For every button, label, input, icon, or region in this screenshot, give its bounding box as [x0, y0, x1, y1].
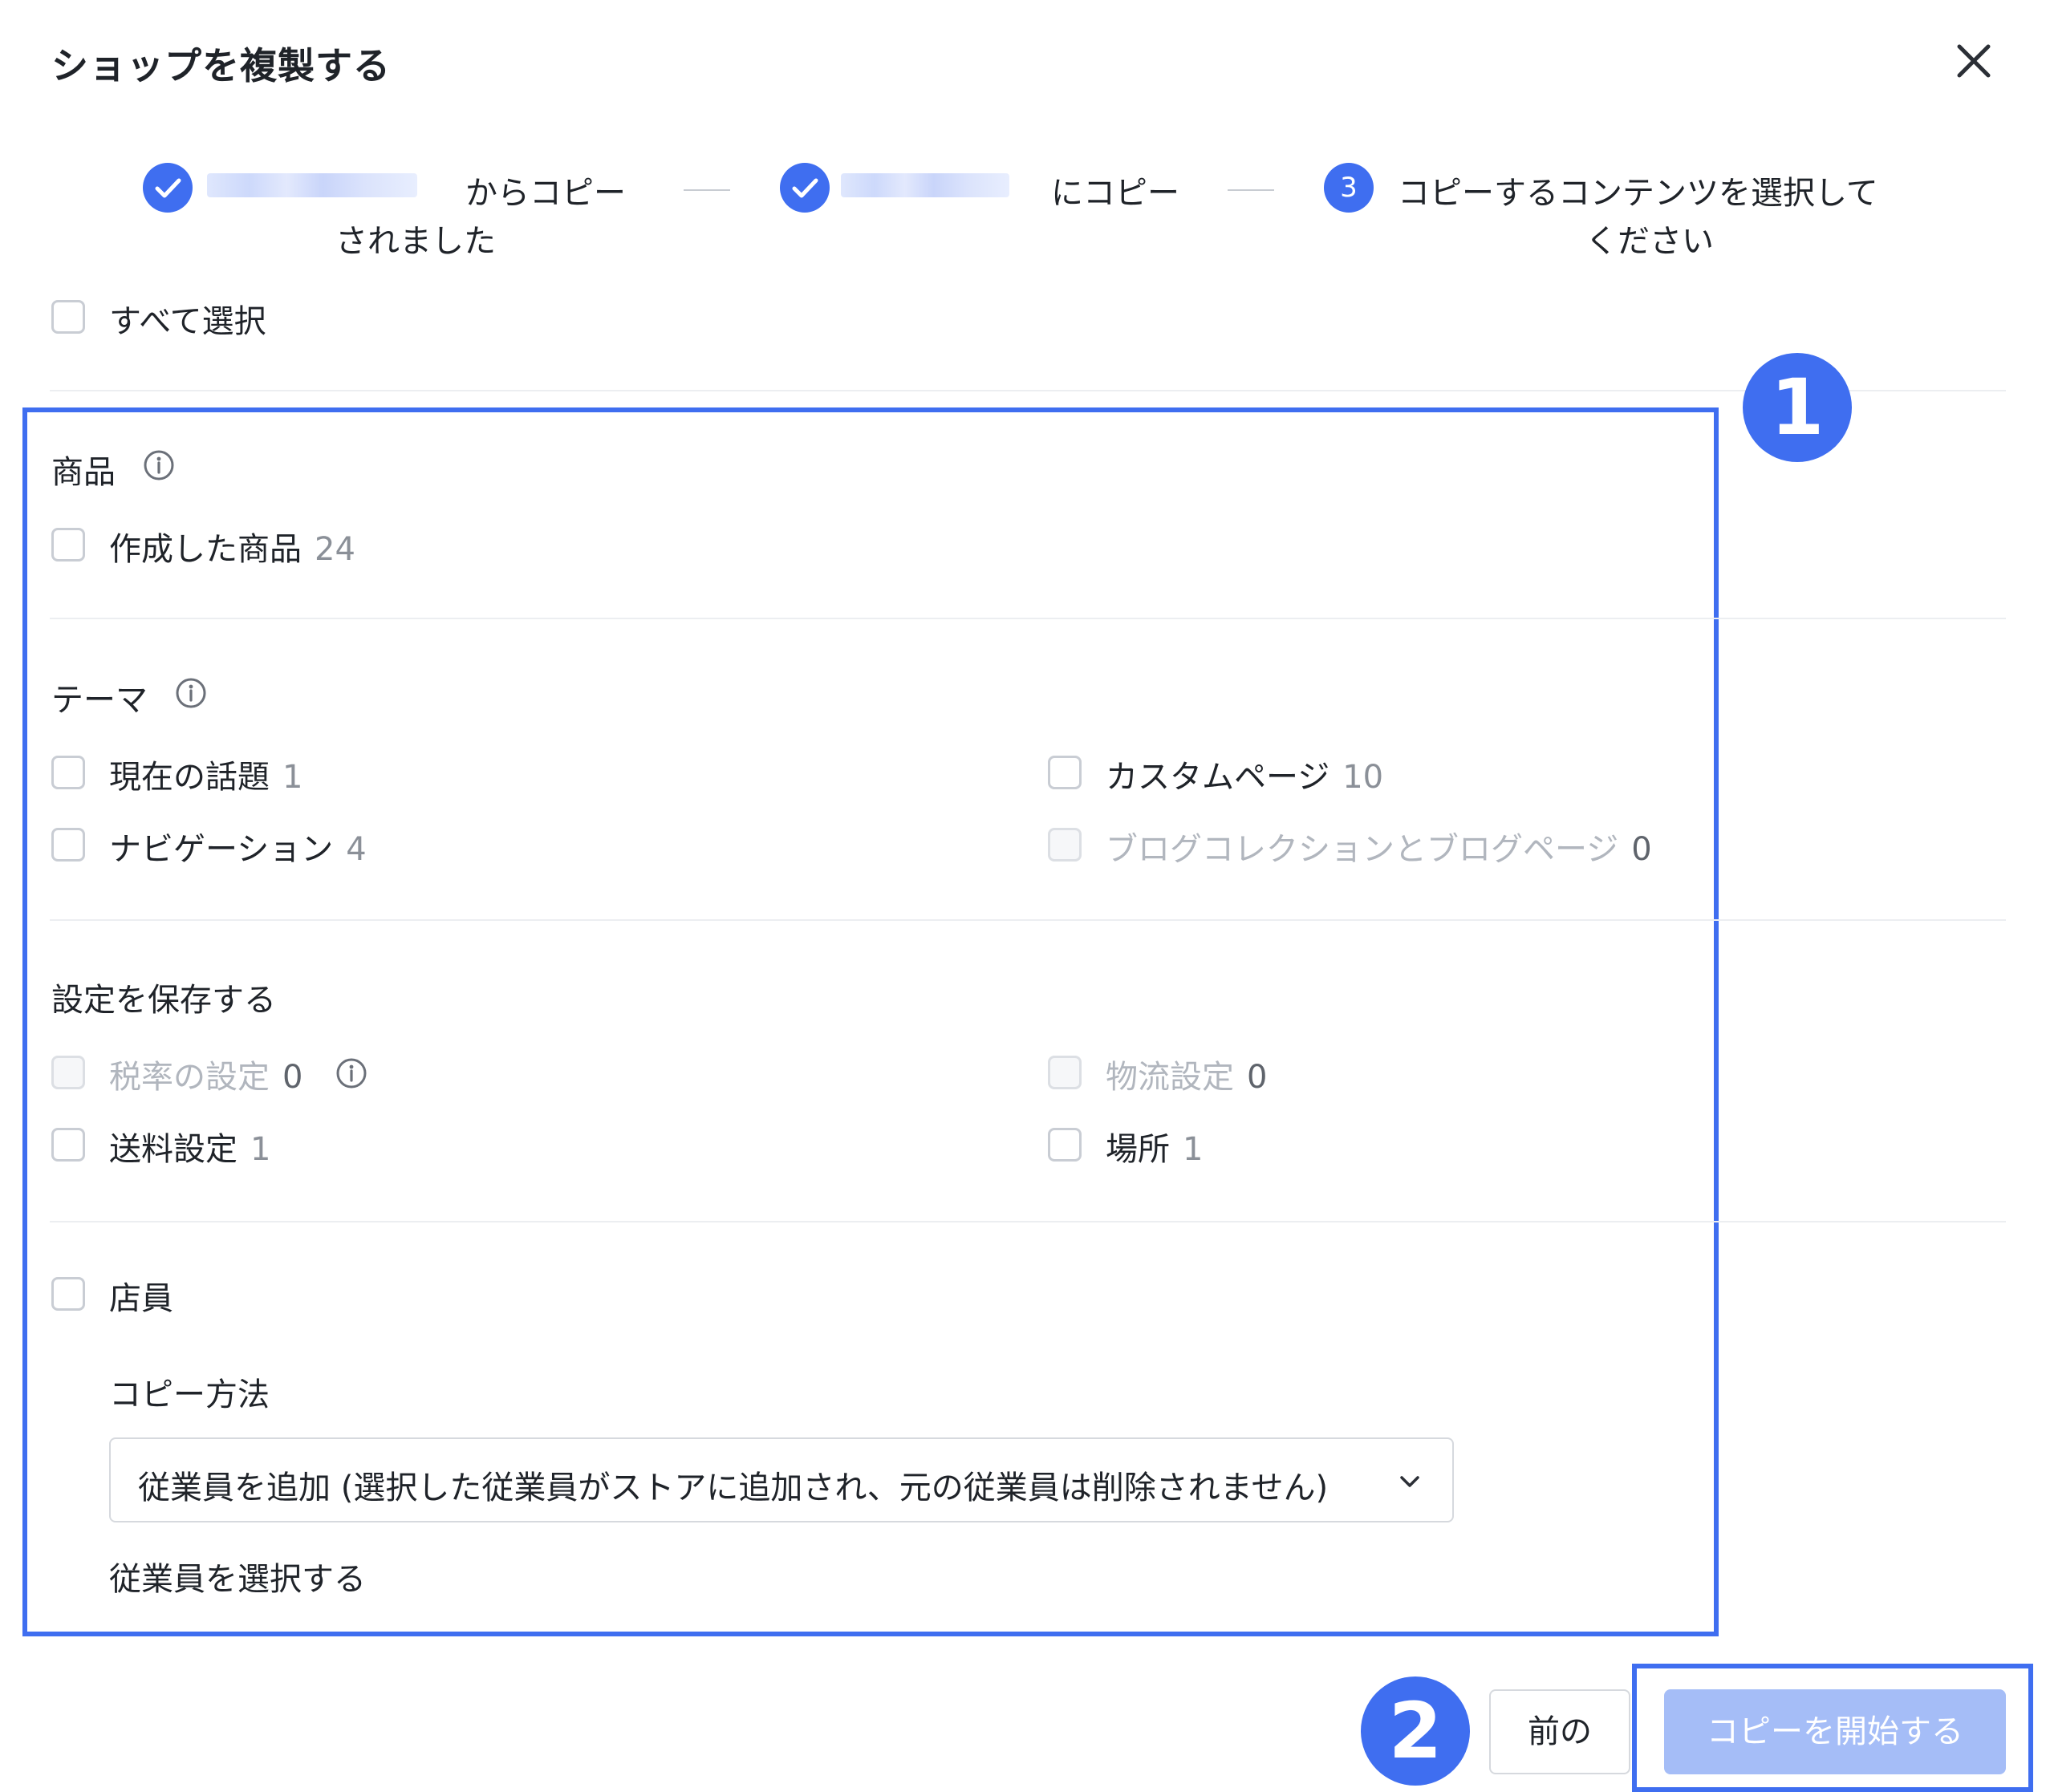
divider	[50, 1221, 2006, 1222]
option-current-topics: 現在の話題 1	[109, 751, 302, 797]
step-separator	[1228, 189, 1274, 191]
option-count: 0	[1631, 831, 1652, 868]
option-staff: 店員	[109, 1280, 173, 1317]
option-label: ナビゲーション	[109, 831, 334, 868]
step-separator	[684, 189, 730, 191]
step-3-number: 3	[1324, 163, 1374, 213]
checkbox-shipping-settings[interactable]	[51, 1128, 85, 1162]
close-icon	[1957, 44, 1991, 78]
copy-method-select[interactable]: 従業員を追加 (選択した従業員がストアに追加され、元の従業員は削除されません)	[109, 1437, 1454, 1522]
select-staff-link[interactable]: 従業員を選択する	[109, 1553, 366, 1599]
option-label: 現在の話題	[109, 759, 270, 796]
checkbox-staff[interactable]	[51, 1277, 85, 1311]
option-tax-settings: 税率の設定 0	[109, 1051, 302, 1097]
dialog-title: ショップを複製する	[51, 44, 391, 87]
step-1-label-line2: されました	[335, 223, 496, 260]
step-1-shop-name-blurred	[207, 173, 417, 197]
select-all-checkbox[interactable]	[51, 300, 85, 334]
option-count: 1	[1183, 1131, 1204, 1168]
divider	[50, 919, 2006, 921]
section-title-settings: 設定を保存する	[51, 982, 276, 1019]
option-count: 10	[1342, 759, 1384, 796]
step-1-check	[143, 163, 193, 213]
option-count: 1	[250, 1131, 271, 1168]
option-count: 0	[1247, 1059, 1268, 1096]
checkbox-created-products[interactable]	[51, 528, 85, 562]
checkbox-current-topics[interactable]	[51, 756, 85, 789]
copy-method-value: 従業員を追加 (選択した従業員がストアに追加され、元の従業員は削除されません)	[138, 1470, 1329, 1506]
option-count: 24	[315, 531, 355, 568]
option-label: 場所	[1106, 1131, 1170, 1168]
step-2-shop-name-blurred	[841, 173, 1009, 197]
option-custom-pages: カスタムページ 10	[1106, 751, 1383, 797]
option-label: 作成した商品	[109, 531, 302, 568]
checkbox-navigation[interactable]	[51, 828, 85, 862]
annotation-badge-1: 1	[1743, 353, 1852, 462]
option-label: 送料設定	[109, 1131, 237, 1168]
divider	[50, 618, 2006, 619]
info-icon[interactable]	[143, 449, 175, 481]
checkbox-custom-pages[interactable]	[1048, 756, 1082, 789]
start-copy-button[interactable]: コピーを開始する	[1664, 1689, 2006, 1774]
option-count: 1	[282, 759, 303, 796]
info-icon[interactable]	[335, 1057, 367, 1089]
option-navigation: ナビゲーション 4	[109, 823, 367, 870]
step-3-label-line2: ください	[1585, 223, 1714, 260]
option-count: 4	[346, 831, 367, 868]
option-location: 場所 1	[1106, 1123, 1203, 1170]
checkbox-location[interactable]	[1048, 1128, 1082, 1162]
copy-method-label: コピー方法	[109, 1376, 270, 1413]
divider	[50, 390, 2006, 391]
select-all-label: すべて選択	[109, 303, 266, 340]
option-label: ブログコレクションとブログページ	[1106, 831, 1619, 868]
prev-button[interactable]: 前の	[1489, 1689, 1630, 1774]
step-2-label: にコピー	[1051, 175, 1179, 212]
option-shipping-settings: 送料設定 1	[109, 1123, 270, 1170]
step-1-label-line1: からコピー	[465, 175, 626, 212]
step-2-check	[780, 163, 830, 213]
chevron-down-icon	[1400, 1476, 1419, 1487]
checkbox-tax-settings	[51, 1056, 85, 1089]
check-icon	[155, 178, 181, 198]
step-3-label-line1: コピーするコンテンツを選択して	[1398, 175, 1878, 212]
option-blog-collections: ブログコレクションとブログページ 0	[1106, 823, 1652, 870]
annotation-badge-2: 2	[1361, 1676, 1470, 1786]
checkbox-logistics-settings	[1048, 1056, 1082, 1089]
option-label: カスタムページ	[1106, 759, 1330, 796]
option-created-products: 作成した商品 24	[109, 523, 355, 570]
option-label: 物流設定	[1106, 1059, 1234, 1096]
section-title-products: 商品	[51, 454, 116, 491]
checkbox-blog-collections	[1048, 828, 1082, 862]
option-logistics-settings: 物流設定 0	[1106, 1051, 1267, 1097]
section-title-theme: テーマ	[51, 682, 148, 719]
close-button[interactable]	[1950, 37, 1998, 85]
option-count: 0	[282, 1059, 303, 1096]
option-label: 税率の設定	[109, 1059, 270, 1096]
check-icon	[792, 178, 818, 198]
info-icon[interactable]	[175, 677, 207, 709]
